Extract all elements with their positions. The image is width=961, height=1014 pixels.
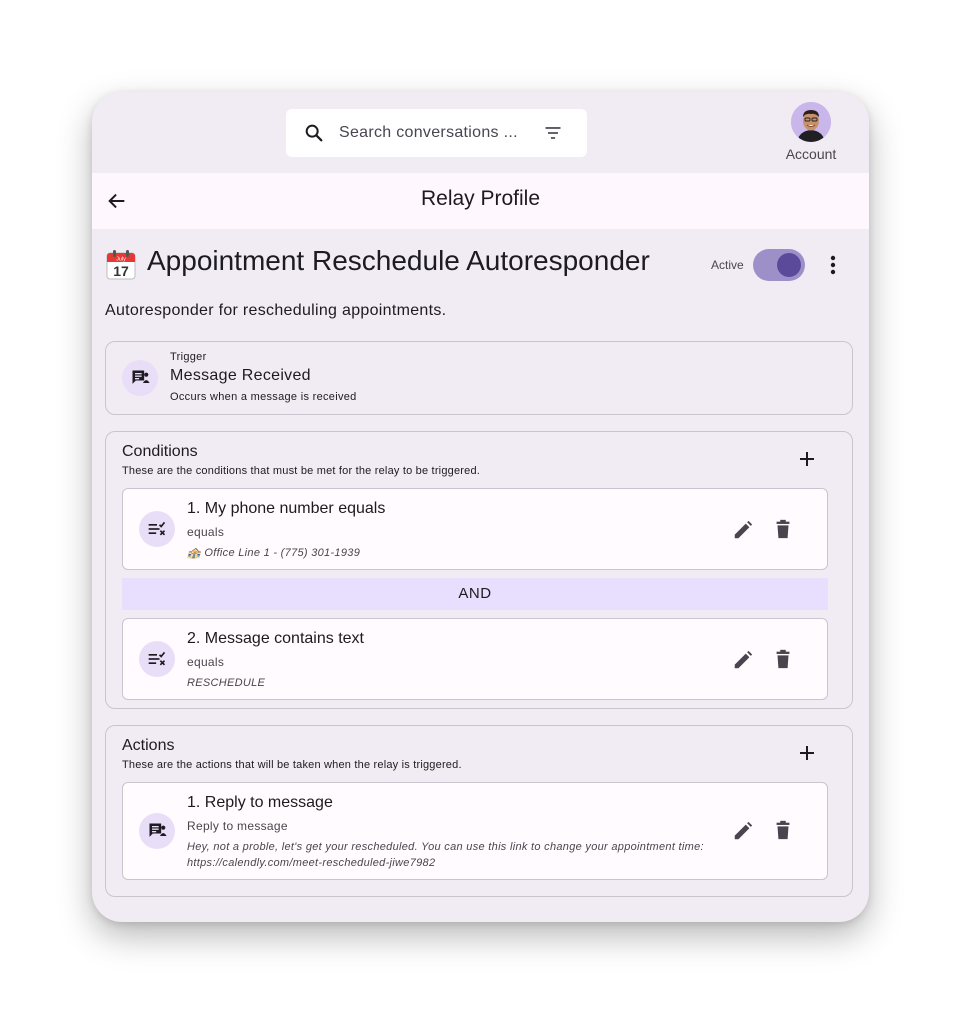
rule-icon-badge: [139, 641, 175, 677]
conditions-title: Conditions: [122, 443, 198, 460]
delete-icon[interactable]: [772, 819, 794, 841]
edit-icon[interactable]: [732, 519, 754, 541]
condition-value: 🏤 Office Line 1 - (775) 301-1939: [187, 547, 361, 559]
message-icon-badge: [139, 813, 175, 849]
active-label: Active: [711, 258, 744, 272]
search-bar[interactable]: Search conversations ...: [286, 109, 587, 157]
filter-icon[interactable]: [543, 123, 563, 143]
action-message: Hey, not a proble, let's get your resche…: [187, 841, 704, 869]
top-bar: Search conversations ... Account: [92, 92, 869, 173]
trigger-card[interactable]: Trigger Message Received Occurs when a m…: [105, 341, 853, 415]
trigger-description: Occurs when a message is received: [170, 391, 357, 403]
action-type: Reply to message: [187, 819, 288, 833]
svg-text:17: 17: [113, 263, 129, 279]
message-icon-badge: [122, 360, 158, 396]
actions-subtitle: These are the actions that will be taken…: [122, 759, 462, 771]
trigger-label: Trigger: [170, 351, 207, 363]
active-toggle[interactable]: [753, 249, 805, 281]
account-label: Account: [785, 146, 837, 162]
avatar-image: [791, 102, 831, 142]
edit-icon[interactable]: [732, 820, 754, 842]
search-input[interactable]: Search conversations ...: [339, 124, 518, 142]
condition-item[interactable]: 1. My phone number equals equals 🏤 Offic…: [122, 488, 828, 570]
rule-icon: [148, 521, 166, 536]
condition-title: 2. Message contains text: [187, 630, 364, 647]
profile-description: Autoresponder for rescheduling appointme…: [105, 302, 447, 319]
conditions-section: Conditions These are the conditions that…: [105, 431, 853, 709]
add-action-icon[interactable]: [798, 744, 816, 762]
rule-icon-badge: [139, 511, 175, 547]
action-item[interactable]: 1. Reply to message Reply to message Hey…: [122, 782, 828, 880]
condition-title: 1. My phone number equals: [187, 500, 386, 517]
conditions-subtitle: These are the conditions that must be me…: [122, 465, 481, 477]
account-button[interactable]: Account: [776, 102, 846, 162]
toggle-knob: [777, 253, 801, 277]
delete-icon[interactable]: [772, 648, 794, 670]
condition-operator: equals: [187, 525, 225, 539]
actions-section: Actions These are the actions that will …: [105, 725, 853, 897]
trigger-name: Message Received: [170, 367, 311, 384]
calendar-icon: July 17: [106, 250, 136, 280]
more-vert-icon[interactable]: [825, 254, 841, 276]
chat-icon: [149, 823, 167, 837]
avatar[interactable]: [791, 102, 831, 142]
page-header: Relay Profile: [92, 173, 869, 229]
chat-icon: [132, 370, 150, 384]
search-icon: [305, 124, 323, 142]
rule-icon: [148, 651, 166, 666]
delete-icon[interactable]: [772, 518, 794, 540]
edit-icon[interactable]: [732, 649, 754, 671]
svg-text:July: July: [116, 257, 126, 263]
page-title: Relay Profile: [420, 187, 541, 210]
action-title: 1. Reply to message: [187, 794, 333, 811]
profile-title: Appointment Reschedule Autoresponder: [147, 245, 650, 276]
app-window: Search conversations ... Account Relay P…: [92, 92, 869, 922]
add-condition-icon[interactable]: [798, 450, 816, 468]
condition-value: RESCHEDULE: [187, 677, 266, 689]
condition-item[interactable]: 2. Message contains text equals RESCHEDU…: [122, 618, 828, 700]
condition-operator: equals: [187, 655, 225, 669]
and-joiner: AND: [122, 578, 828, 610]
actions-title: Actions: [122, 737, 175, 754]
